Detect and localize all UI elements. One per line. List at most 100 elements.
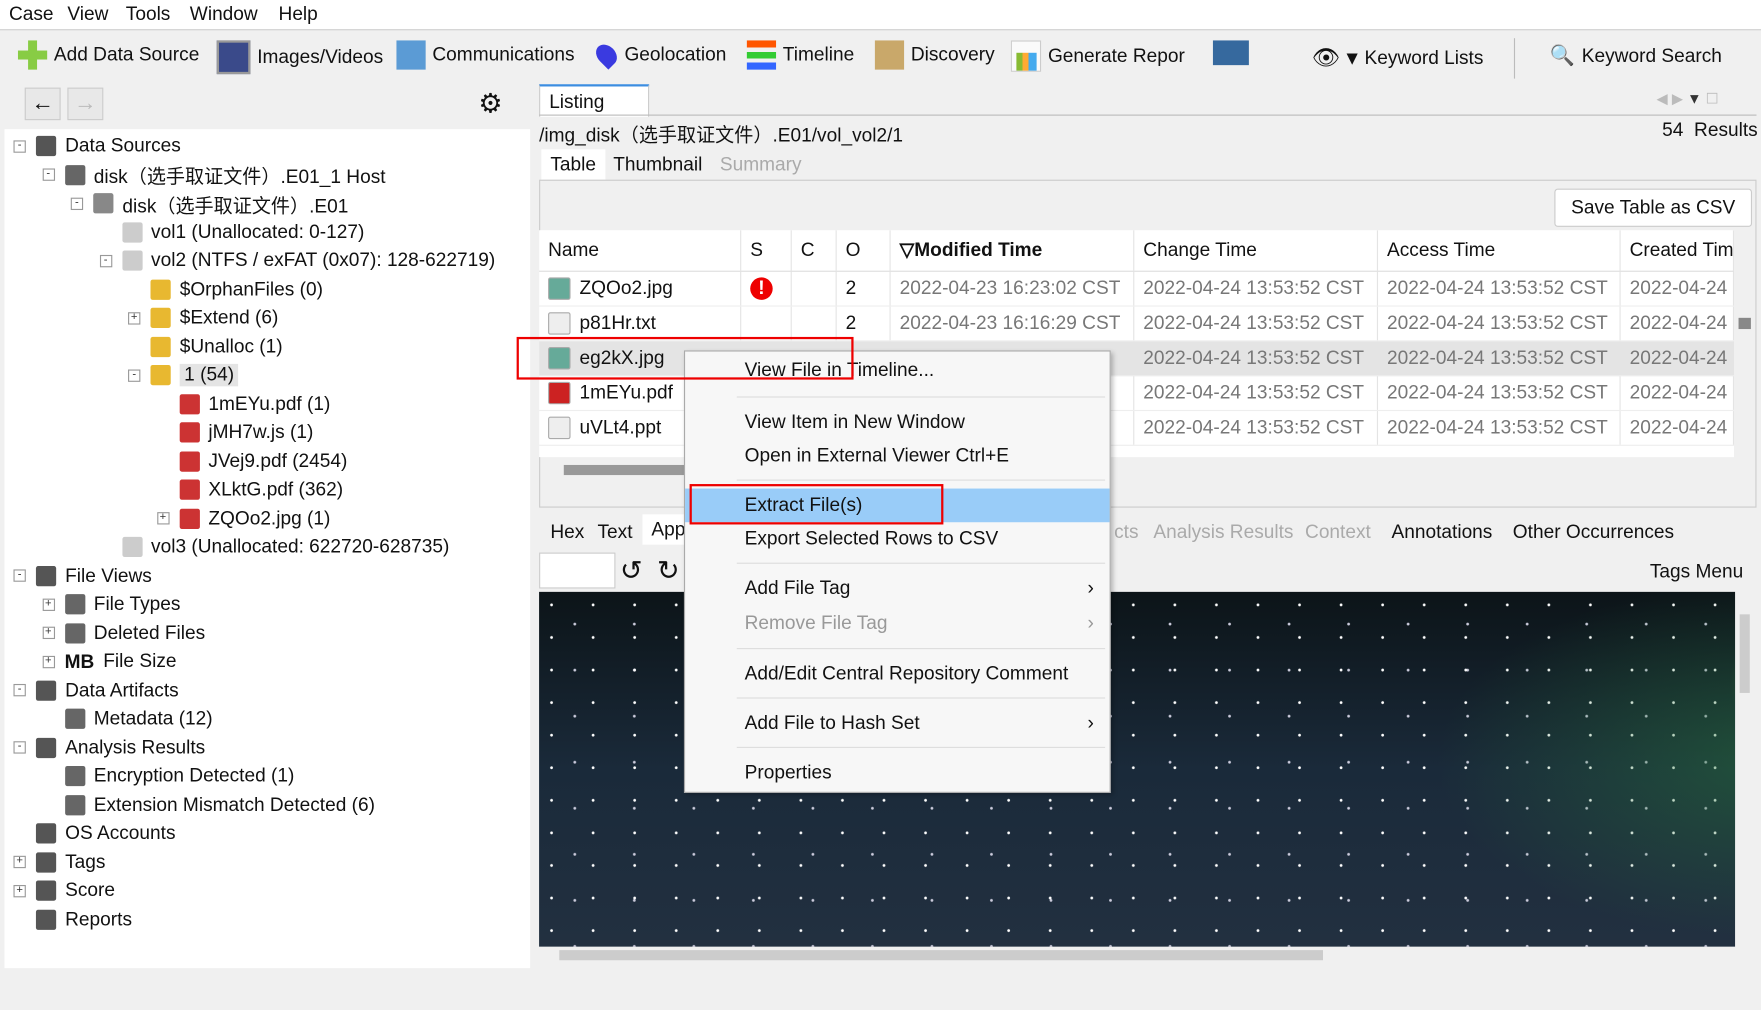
tree-node[interactable]: + MB File Size <box>42 648 176 675</box>
tree-node[interactable]: Encryption Detected (1) <box>64 763 295 790</box>
timeline-button[interactable]: Timeline <box>746 40 854 70</box>
tab-annotations[interactable]: Annotations <box>1383 517 1502 547</box>
tree-node[interactable]: - disk（选手取证文件）.E01_1 Host <box>42 161 386 188</box>
tree-node[interactable]: OS Accounts <box>35 820 176 847</box>
menu-item[interactable]: Open in External Viewer Ctrl+E <box>685 439 1110 473</box>
subtab-table[interactable]: Table <box>541 149 605 180</box>
tree-node[interactable]: + Deleted Files <box>42 619 205 646</box>
tree-node[interactable]: - File Views <box>13 562 152 589</box>
tree-node[interactable]: - Analysis Results <box>13 734 205 761</box>
email-button[interactable] <box>1212 40 1249 66</box>
column-header[interactable]: Created Tim <box>1621 230 1735 271</box>
zoom-field[interactable] <box>539 552 616 589</box>
discovery-button[interactable]: Discovery <box>874 40 995 70</box>
column-header[interactable]: Access Time <box>1378 230 1621 271</box>
expand-icon[interactable]: + <box>13 855 26 869</box>
tree-node[interactable]: + ZQOo2.jpg (1) <box>156 505 330 532</box>
keyword-lists-button[interactable]: 👁 ▾ Keyword Lists <box>1312 44 1484 72</box>
menu-case[interactable]: Case <box>9 3 54 25</box>
tree-node[interactable]: - Data Sources <box>13 133 181 160</box>
tab-analysis-results[interactable]: Analysis Results <box>1144 517 1302 547</box>
tree-node[interactable]: Metadata (12) <box>64 705 213 732</box>
communications-button[interactable]: Communications <box>396 40 575 70</box>
tree-node[interactable]: + File Types <box>42 591 180 618</box>
menu-item[interactable]: Add File Tag › <box>685 572 1110 606</box>
tree-node[interactable]: + $Extend (6) <box>128 304 278 331</box>
expand-icon[interactable]: + <box>42 597 55 611</box>
menu-item[interactable]: View Item in New Window <box>685 405 1110 439</box>
menu-view[interactable]: View <box>67 3 108 25</box>
expand-icon[interactable]: + <box>42 655 55 668</box>
menu-tools[interactable]: Tools <box>126 3 171 25</box>
tags-menu-button[interactable]: Tags Menu <box>1650 560 1743 582</box>
generate-report-button[interactable]: Generate Repor <box>1010 40 1185 72</box>
tab-context[interactable]: Context <box>1296 517 1380 547</box>
forward-button[interactable]: → <box>67 87 104 121</box>
column-header[interactable]: C <box>792 230 837 271</box>
collapse-icon[interactable]: - <box>13 139 26 153</box>
collapse-icon[interactable]: - <box>70 197 84 210</box>
tree-node[interactable]: 1mEYu.pdf (1) <box>179 390 330 417</box>
add-data-source-button[interactable]: Add Data Source <box>17 40 199 70</box>
menu-item[interactable]: Properties <box>685 756 1110 790</box>
tree-node[interactable]: - 1 (54) <box>128 362 239 389</box>
tree-node[interactable]: Reports <box>35 906 132 933</box>
collapse-icon[interactable]: - <box>128 368 141 382</box>
tree-node[interactable]: Extension Mismatch Detected (6) <box>64 791 375 818</box>
tree-node[interactable]: XLktG.pdf (362) <box>179 476 343 503</box>
expand-icon[interactable]: + <box>42 626 55 640</box>
tab-hex[interactable]: Hex <box>541 517 593 547</box>
collapse-icon[interactable]: - <box>99 254 112 267</box>
menu-item[interactable]: Add File to Hash Set › <box>685 706 1110 740</box>
tab-listing[interactable]: Listing <box>539 84 650 117</box>
menu-item[interactable]: Remove File Tag › <box>685 606 1110 640</box>
subtab-summary[interactable]: Summary <box>711 149 811 179</box>
preview-horizontal-scrollbar[interactable] <box>539 946 1755 964</box>
column-header[interactable]: O <box>837 230 891 271</box>
tree-node[interactable]: vol1 (Unallocated: 0-127) <box>121 218 364 245</box>
tree-node[interactable]: - disk（选手取证文件）.E01 <box>70 190 348 217</box>
tree-node[interactable]: $Unalloc (1) <box>150 333 283 360</box>
table-horizontal-scrollbar[interactable] <box>563 464 688 476</box>
tree-node[interactable]: + Tags <box>13 848 105 875</box>
collapse-icon[interactable]: - <box>13 569 26 582</box>
tab-other-occurrences[interactable]: Other Occurrences <box>1504 517 1683 547</box>
tab-nav-arrows[interactable]: ◀ ▶ ▼ ☐ <box>1657 90 1719 108</box>
rotate-left-icon[interactable]: ↺ <box>620 555 643 588</box>
tab-text[interactable]: Text <box>588 517 641 547</box>
tree-node[interactable]: - vol2 (NTFS / exFAT (0x07): 128-622719) <box>99 247 495 274</box>
table-vertical-scrollbar[interactable] <box>1735 230 1755 458</box>
tree-node[interactable]: $OrphanFiles (0) <box>150 276 323 303</box>
cell-created: 2022-04-24 <box>1621 306 1735 341</box>
menu-window[interactable]: Window <box>190 3 258 25</box>
settings-gear-icon[interactable]: ⚙ <box>478 88 502 121</box>
rotate-right-icon[interactable]: ↻ <box>657 555 680 588</box>
expand-icon[interactable]: + <box>128 311 141 325</box>
collapse-icon[interactable]: - <box>13 683 26 697</box>
subtab-thumbnail[interactable]: Thumbnail <box>604 149 711 179</box>
geolocation-button[interactable]: Geolocation <box>591 40 726 70</box>
preview-vertical-scrollbar[interactable] <box>1735 591 1755 947</box>
column-header[interactable]: ▽ Modified Time <box>891 230 1135 271</box>
keyword-search-button[interactable]: 🔍 Keyword Search <box>1550 44 1722 68</box>
column-header[interactable]: Change Time <box>1134 230 1379 271</box>
column-header[interactable]: Name <box>539 230 742 271</box>
tree-node[interactable]: vol3 (Unallocated: 622720-628735) <box>121 533 449 560</box>
tree-node[interactable]: JVej9.pdf (2454) <box>179 448 347 475</box>
tree-node[interactable]: jMH7w.js (1) <box>179 419 313 446</box>
tree-node[interactable]: - Data Artifacts <box>13 677 179 704</box>
tree-node[interactable]: + Score <box>13 877 115 904</box>
expand-icon[interactable]: + <box>13 884 26 897</box>
column-header[interactable]: S <box>741 230 792 271</box>
tab-data-artifacts[interactable]: cts <box>1105 517 1147 547</box>
collapse-icon[interactable]: - <box>13 741 26 754</box>
table-row[interactable]: ZQOo2.jpg! 2 2022-04-23 16:23:02 CST 2022-0… <box>539 271 1735 307</box>
save-table-csv-button[interactable]: Save Table as CSV <box>1554 188 1753 227</box>
menu-help[interactable]: Help <box>279 3 318 25</box>
collapse-icon[interactable]: - <box>42 168 55 181</box>
images-videos-button[interactable]: Images/Videos <box>216 40 383 75</box>
expand-icon[interactable]: + <box>156 512 170 525</box>
menu-item[interactable]: Export Selected Rows to CSV <box>685 522 1110 556</box>
back-button[interactable]: ← <box>24 87 61 121</box>
menu-item[interactable]: Add/Edit Central Repository Comment <box>685 657 1110 691</box>
